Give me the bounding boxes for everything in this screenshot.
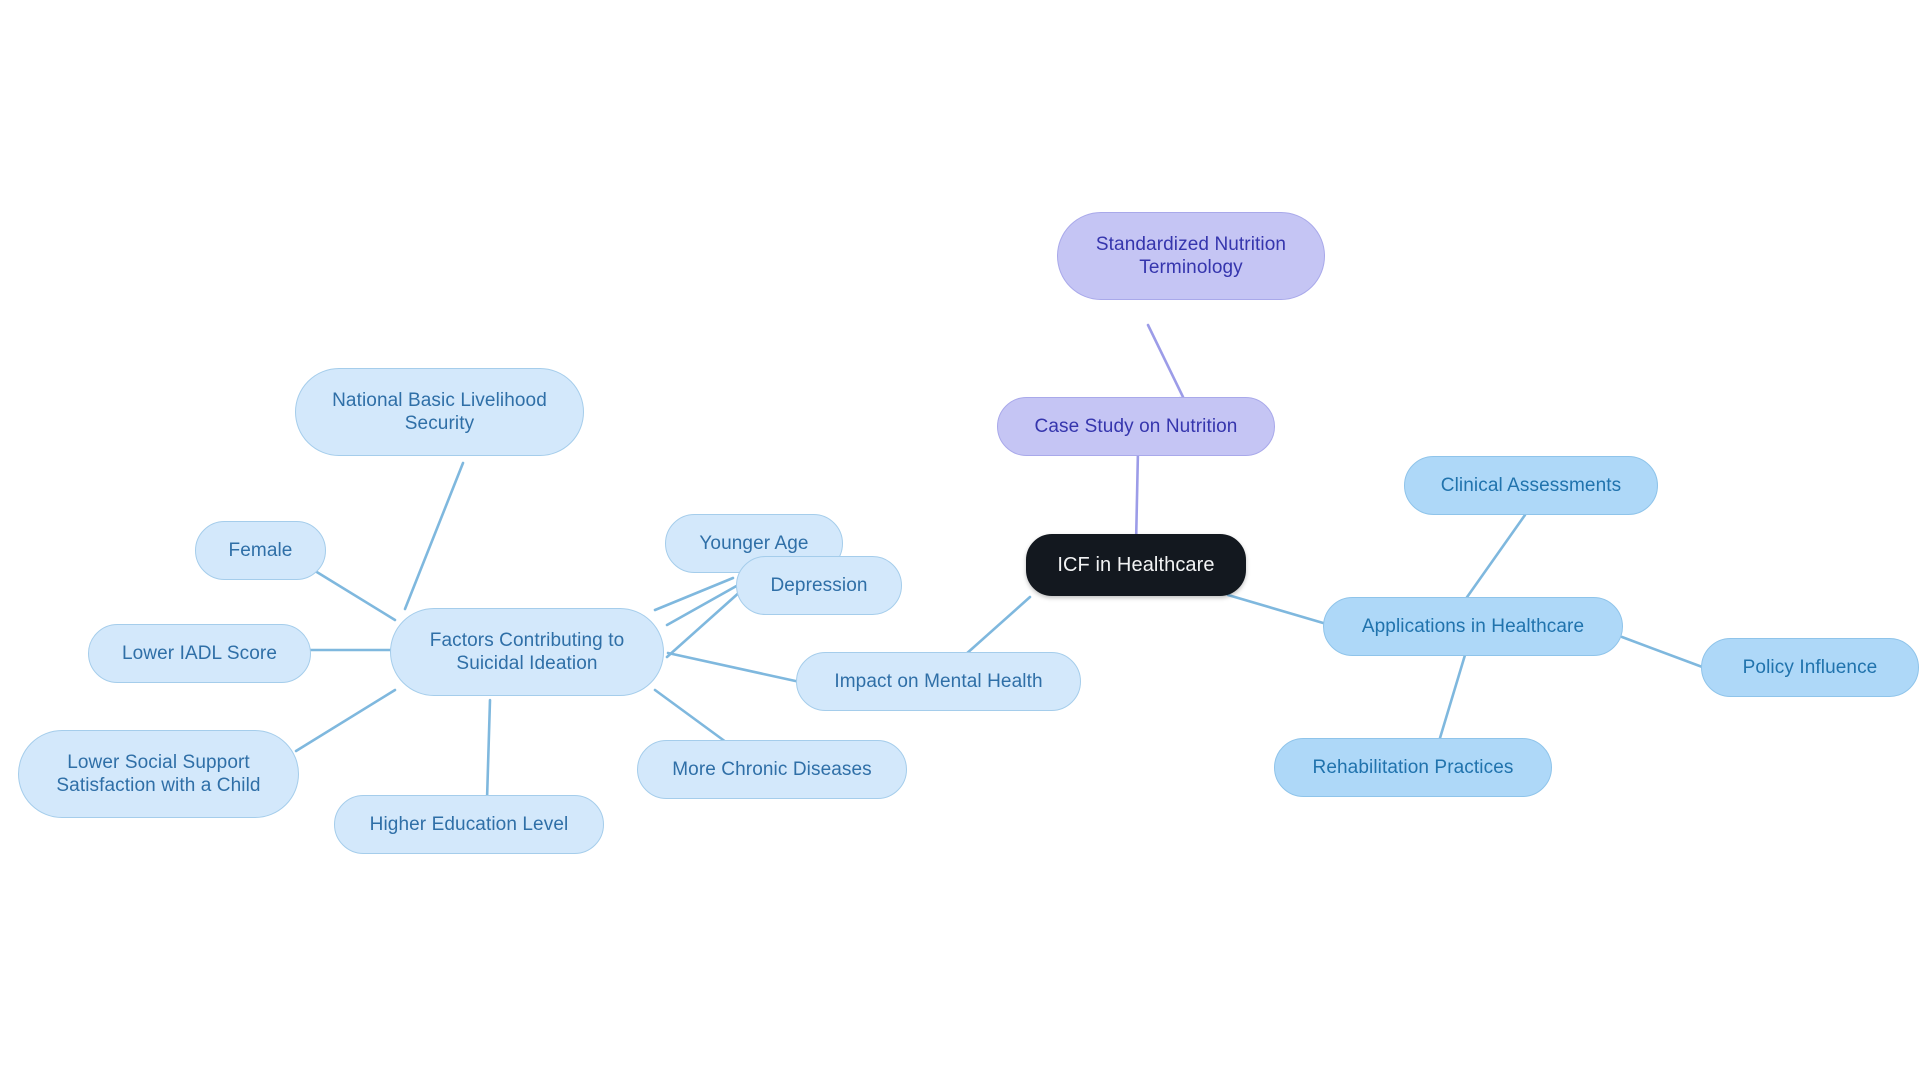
edge-factors-depression-2 [665, 588, 744, 659]
node-label: More Chronic Diseases [672, 758, 872, 780]
node-root-icf-in-healthcare[interactable]: ICF in Healthcare [1026, 534, 1246, 596]
node-female[interactable]: Female [195, 521, 326, 580]
node-label: Lower IADL Score [121, 642, 278, 664]
edge-factors-depression [665, 582, 742, 627]
node-label: Standardized Nutrition Terminology [1095, 233, 1287, 278]
node-label: Rehabilitation Practices [1312, 756, 1514, 778]
node-label: Factors Contributing to Suicidal Ideatio… [429, 629, 625, 674]
edge-case-study-terminology-line [1146, 323, 1185, 399]
node-label: Depression [770, 574, 868, 596]
node-label: Lower Social Support Satisfaction with a… [56, 751, 261, 796]
node-rehabilitation-practices[interactable]: Rehabilitation Practices [1274, 738, 1552, 797]
node-factors-contributing-to-suicidal-ideation[interactable]: Factors Contributing to Suicidal Ideatio… [390, 608, 664, 696]
edge-factors-younger-age [653, 576, 735, 612]
mindmap-canvas: Standardized Nutrition Terminology Case … [0, 0, 1920, 1083]
node-case-study-on-nutrition[interactable]: Case Study on Nutrition [997, 397, 1275, 456]
node-label: Female [228, 539, 293, 561]
node-label: Higher Education Level [369, 813, 569, 835]
node-label: Impact on Mental Health [834, 670, 1043, 692]
node-label: National Basic Livelihood Security [332, 389, 547, 434]
edge-applications-clinical [1463, 513, 1527, 602]
edge-root-applications [1226, 593, 1332, 627]
edge-applications-policy [1620, 635, 1707, 670]
node-impact-on-mental-health[interactable]: Impact on Mental Health [796, 652, 1081, 711]
edge-applications-rehabilitation [1438, 653, 1467, 740]
edge-root-case-study [1134, 448, 1140, 547]
edge-factors-chronic [653, 688, 732, 747]
node-lower-iadl-score[interactable]: Lower IADL Score [88, 624, 311, 683]
node-national-basic-livelihood-security[interactable]: National Basic Livelihood Security [295, 368, 584, 456]
edge-mental-health-factors [666, 651, 802, 684]
edge-factors-education [485, 698, 492, 802]
node-depression[interactable]: Depression [736, 556, 902, 615]
node-label: ICF in Healthcare [1057, 553, 1215, 576]
node-label: Applications in Healthcare [1361, 615, 1585, 637]
edge-root-mental-health [963, 595, 1032, 657]
node-label: Younger Age [699, 532, 809, 554]
node-policy-influence[interactable]: Policy Influence [1701, 638, 1919, 697]
edge-factors-livelihood [403, 461, 465, 611]
node-applications-in-healthcare[interactable]: Applications in Healthcare [1323, 597, 1623, 656]
edge-factors-social-support [294, 688, 397, 753]
node-label: Policy Influence [1742, 656, 1878, 678]
node-more-chronic-diseases[interactable]: More Chronic Diseases [637, 740, 907, 799]
node-label: Case Study on Nutrition [1034, 415, 1238, 437]
node-lower-social-support-satisfaction-with-a-child[interactable]: Lower Social Support Satisfaction with a… [18, 730, 299, 818]
node-clinical-assessments[interactable]: Clinical Assessments [1404, 456, 1658, 515]
edge-factors-female [305, 564, 397, 622]
node-label: Clinical Assessments [1440, 474, 1622, 496]
node-standardized-nutrition-terminology[interactable]: Standardized Nutrition Terminology [1057, 212, 1325, 300]
node-higher-education-level[interactable]: Higher Education Level [334, 795, 604, 854]
